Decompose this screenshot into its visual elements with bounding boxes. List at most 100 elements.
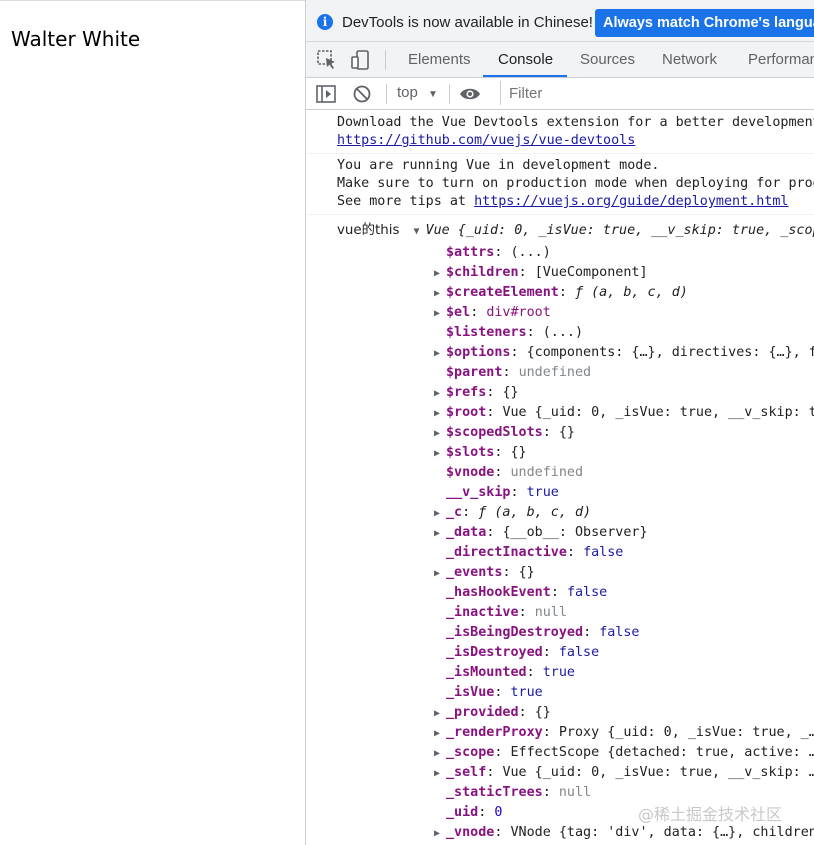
expand-triangle-icon[interactable]: ▶ [434, 724, 446, 744]
object-property-row: _uid: 0 [434, 803, 502, 823]
object-property-row[interactable]: ▶ _data: {__ob__: Observer} [434, 523, 648, 543]
property-separator: : [494, 445, 511, 460]
property-key: $root [446, 405, 487, 420]
expand-triangle-icon[interactable]: ▶ [434, 764, 446, 784]
property-separator: : [518, 605, 535, 620]
property-value: ƒ (a, b, c, d) [478, 505, 592, 520]
object-property-row[interactable]: ▶ _renderProxy: Proxy {_uid: 0, _isVue: t… [434, 723, 814, 743]
expand-triangle-icon[interactable]: ▶ [434, 284, 446, 304]
object-property-row[interactable]: ▶ $el: div#root [434, 303, 551, 323]
property-value: Vue {_uid: 0, _isVue: true, __v_skip: tr… [502, 405, 814, 420]
object-header[interactable]: Vue {_uid: 0, _isVue: true, __v_skip: tr… [426, 223, 814, 238]
object-property-row[interactable]: ▶ _scope: EffectScope {detached: true, ac… [434, 743, 814, 763]
property-key: __v_skip [446, 485, 511, 500]
expand-triangle-icon[interactable]: ▶ [434, 264, 446, 284]
log-label: vue的this [337, 223, 400, 238]
property-value: Vue {_uid: 0, _isVue: true, __v_skip: …} [502, 765, 814, 780]
devtools-panel: i DevTools is now available in Chinese! … [305, 0, 814, 845]
object-property-row[interactable]: ▶ $root: Vue {_uid: 0, _isVue: true, __v_… [434, 403, 814, 423]
expand-triangle-icon[interactable]: ▶ [434, 384, 446, 404]
tab-elements[interactable]: Elements [406, 42, 473, 77]
property-key: _isBeingDestroyed [446, 625, 584, 640]
property-separator: : [542, 785, 559, 800]
tab-performance[interactable]: Performance [746, 42, 814, 77]
expand-triangle-icon[interactable]: ▶ [434, 444, 446, 464]
object-property-row[interactable]: ▶ _vnode: VNode {tag: 'div', data: {…}, c… [434, 823, 814, 843]
property-value: false [558, 645, 600, 660]
object-property-row[interactable]: ▶ $options: {components: {…}, directives:… [434, 343, 814, 363]
expand-triangle-icon[interactable]: ▶ [434, 824, 446, 844]
console-filter-input[interactable] [500, 81, 814, 105]
expand-triangle-icon[interactable]: ▶ [434, 704, 446, 724]
property-value: ƒ (a, b, c, d) [575, 285, 688, 300]
property-separator: : [542, 425, 559, 440]
tab-console[interactable]: Console [496, 42, 555, 77]
property-key: _directInactive [446, 545, 567, 560]
logged-object: vue的this ▼ Vue {_uid: 0, _isVue: true, __… [306, 215, 814, 845]
property-value: true [526, 485, 559, 500]
property-key: _staticTrees [446, 785, 543, 800]
message-link[interactable]: https://github.com/vuejs/vue-devtools [337, 133, 635, 148]
property-separator: : [502, 365, 519, 380]
object-property-row[interactable]: ▶ $scopedSlots: {} [434, 423, 575, 443]
object-property-row[interactable]: ▶ $createElement: ƒ (a, b, c, d) [434, 283, 688, 303]
expand-triangle-icon[interactable]: ▶ [434, 744, 446, 764]
property-value: false [583, 545, 624, 560]
property-value: {} [534, 705, 551, 720]
object-property-row: _directInactive: false [434, 543, 623, 563]
property-separator: : [462, 505, 479, 520]
expand-triangle-icon[interactable]: ▶ [434, 564, 446, 584]
object-property-row[interactable]: ▶ _self: Vue {_uid: 0, _isVue: true, __v_… [434, 763, 814, 783]
always-match-language-button[interactable]: Always match Chrome's language [595, 9, 814, 37]
object-property-row[interactable]: ▶ _events: {} [434, 563, 535, 583]
watermark: @稀土掘金技术社区 [638, 805, 783, 824]
property-value: null [558, 785, 592, 800]
tab-sources[interactable]: Sources [578, 42, 637, 77]
property-value: 0 [494, 805, 503, 820]
expand-triangle-icon[interactable]: ▶ [434, 404, 446, 424]
active-tab-indicator [483, 75, 567, 77]
context-selector[interactable]: top ▼ [397, 84, 438, 101]
property-separator: : [542, 725, 559, 740]
eye-icon[interactable] [459, 83, 481, 105]
property-value: div#root [486, 305, 551, 320]
object-property-row: _isBeingDestroyed: false [434, 623, 640, 643]
expand-triangle-icon[interactable]: ▶ [434, 524, 446, 544]
property-value: [VueComponent] [534, 265, 648, 280]
property-value: true [542, 665, 575, 680]
expand-triangle-icon[interactable]: ▶ [434, 344, 446, 364]
toolbar-divider [449, 84, 450, 104]
object-property-row: _hasHookEvent: false [434, 583, 607, 603]
object-property-row[interactable]: ▶ _provided: {} [434, 703, 551, 723]
object-property-row[interactable]: ▶ $refs: {} [434, 383, 519, 403]
property-value: VNode {tag: 'div', data: {…}, children: … [510, 825, 814, 840]
property-separator: : [526, 665, 543, 680]
sidebar-toggle-icon[interactable] [315, 83, 337, 105]
property-separator: : [494, 465, 511, 480]
property-key: $listeners [446, 325, 527, 340]
object-property-row[interactable]: ▶ _c: ƒ (a, b, c, d) [434, 503, 591, 523]
message-link[interactable]: https://vuejs.org/guide/deployment.html [474, 194, 788, 209]
object-property-row: $vnode: undefined [434, 463, 583, 483]
property-key: $vnode [446, 465, 495, 480]
property-key: $createElement [446, 285, 559, 300]
property-key: $parent [446, 365, 503, 380]
expand-triangle-icon[interactable]: ▶ [434, 304, 446, 324]
expand-triangle-icon[interactable]: ▶ [434, 504, 446, 524]
clear-console-icon[interactable] [351, 83, 373, 105]
object-property-row: _isDestroyed: false [434, 643, 599, 663]
property-separator: : [486, 405, 503, 420]
tab-network[interactable]: Network [660, 42, 719, 77]
property-key: _hasHookEvent [446, 585, 551, 600]
object-property-row[interactable]: ▶ $slots: {} [434, 443, 527, 463]
object-property-row[interactable]: ▶ $children: [VueComponent] [434, 263, 648, 283]
property-separator: : [478, 805, 495, 820]
device-toolbar-icon[interactable] [349, 49, 371, 71]
property-value: true [510, 685, 543, 700]
console-toolbar: top ▼ [306, 78, 814, 110]
expand-triangle-icon[interactable]: ▶ [434, 424, 446, 444]
property-value: Proxy {_uid: 0, _isVue: true, _…} [558, 725, 814, 740]
inspect-element-icon[interactable] [316, 49, 338, 71]
collapse-triangle-icon[interactable]: ▼ [414, 222, 426, 242]
property-value: {} [510, 445, 527, 460]
